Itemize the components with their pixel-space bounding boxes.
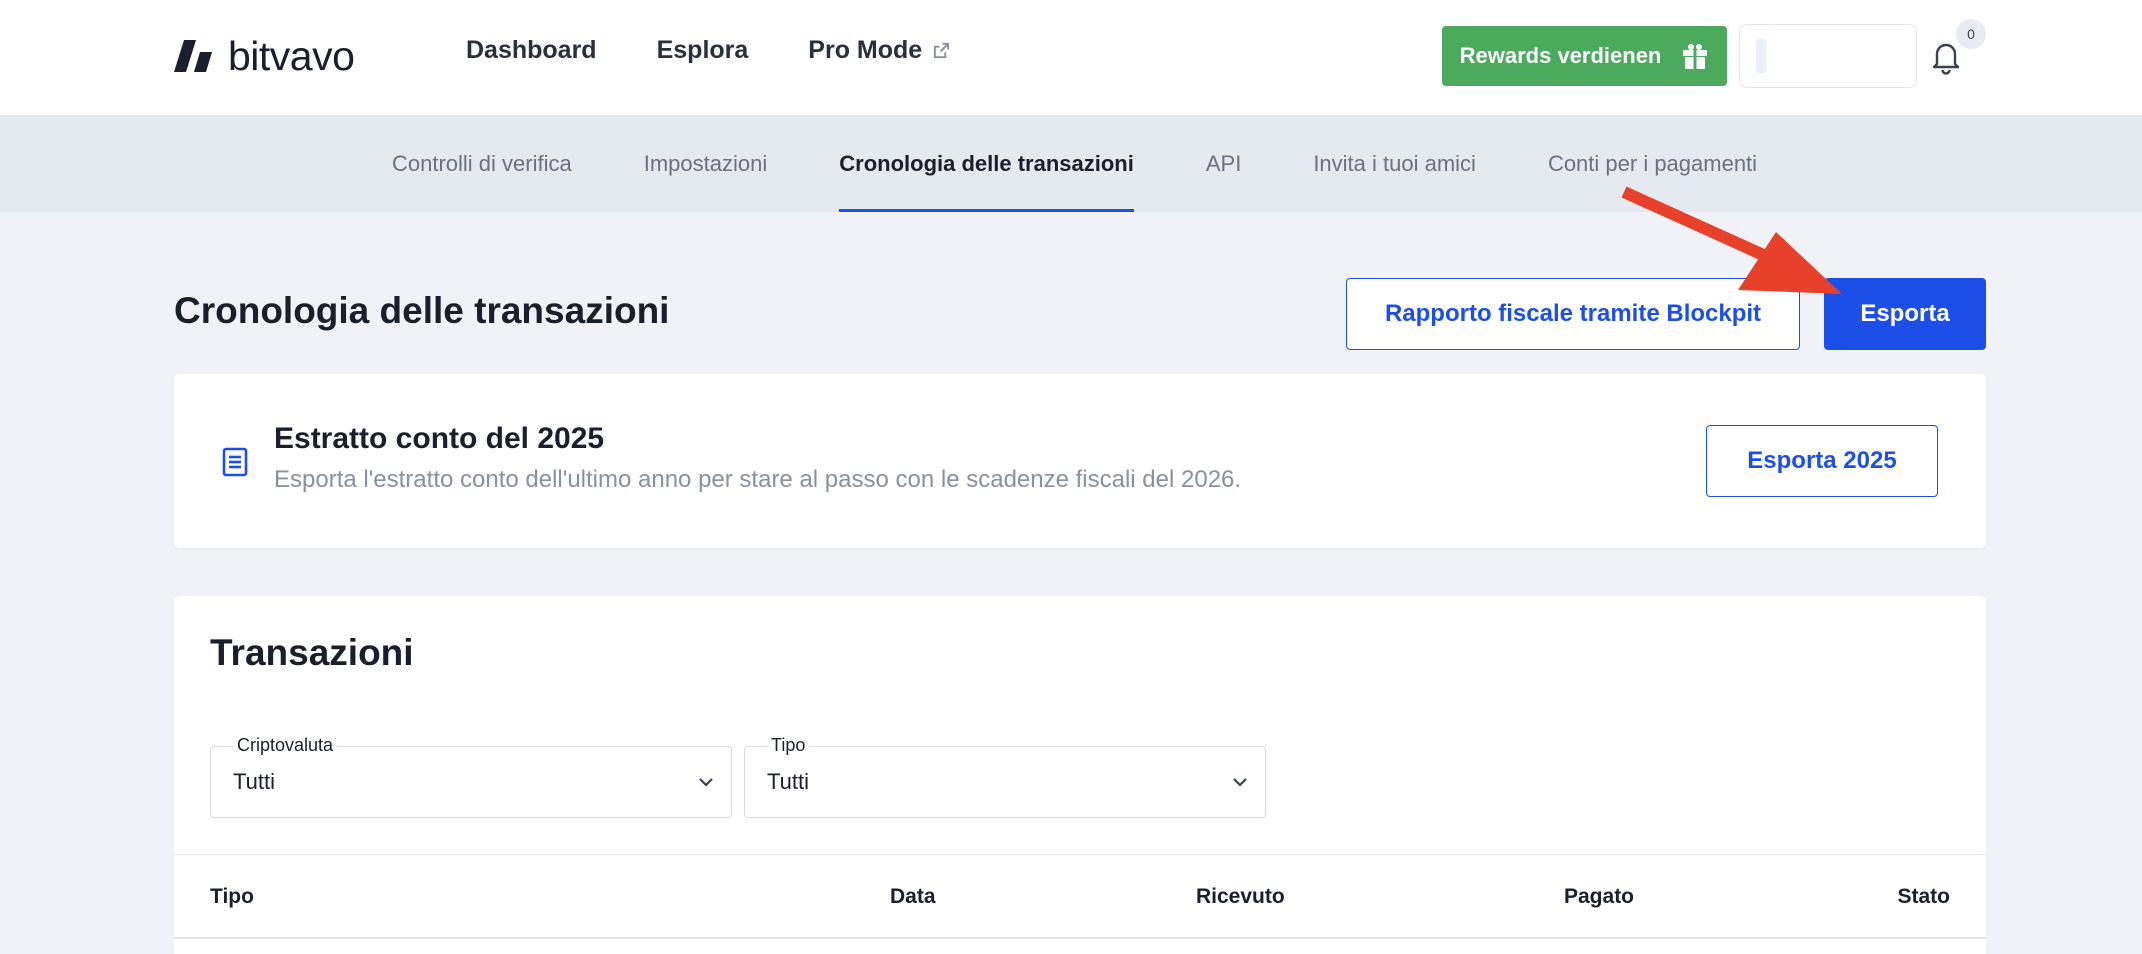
type-filter-value: Tutti	[767, 769, 809, 794]
export-year-button[interactable]: Esporta 2025	[1706, 425, 1938, 497]
nav-pro-mode[interactable]: Pro Mode	[808, 36, 951, 65]
nav-esplora[interactable]: Esplora	[657, 36, 749, 65]
notification-count-badge: 0	[1956, 19, 1986, 49]
transactions-title: Transazioni	[210, 632, 414, 673]
nav-dashboard[interactable]: Dashboard	[466, 36, 597, 65]
annotation-arrow-icon	[1621, 186, 1842, 294]
rewards-label: Rewards verdienen	[1459, 43, 1662, 68]
column-header-stato: Stato	[1897, 885, 1951, 908]
chevron-down-icon	[1233, 778, 1247, 787]
external-link-icon	[934, 42, 950, 59]
column-header-data: Data	[890, 885, 936, 908]
gift-icon	[1683, 44, 1708, 69]
tab-controlli-di-verifica[interactable]: Controlli di verifica	[392, 116, 572, 212]
transactions-table-header: Tipo Data Ricevuto Pagato Stato	[174, 855, 1986, 939]
statement-title: Estratto conto del 2025	[274, 422, 605, 455]
crypto-filter-label: Criptovaluta	[233, 735, 338, 756]
page-title: Cronologia delle transazioni	[174, 290, 670, 331]
rewards-button[interactable]: Rewards verdienen	[1442, 26, 1727, 86]
main-nav: Dashboard Esplora Pro Mode	[466, 36, 951, 65]
tab-cronologia-transazioni[interactable]: Cronologia delle transazioni	[839, 116, 1134, 212]
nav-esplora-label: Esplora	[656, 36, 749, 64]
tab-invita-amici[interactable]: Invita i tuoi amici	[1313, 116, 1476, 212]
transactions-card: Transazioni Criptovaluta Tutti Tipo Tutt…	[174, 596, 1986, 954]
column-header-ricevuto: Ricevuto	[1196, 885, 1285, 908]
type-filter-select[interactable]: Tipo Tutti	[744, 735, 1266, 818]
export-button[interactable]: Esporta	[1824, 278, 1986, 350]
column-header-tipo: Tipo	[210, 885, 254, 908]
crypto-filter-select[interactable]: Criptovaluta Tutti	[210, 735, 732, 818]
nav-dashboard-label: Dashboard	[466, 36, 597, 64]
brand-name: bitvavo	[228, 32, 355, 79]
statement-subtitle: Esporta l'estratto conto dell'ultimo ann…	[274, 466, 1242, 493]
tab-impostazioni[interactable]: Impostazioni	[644, 116, 768, 212]
document-icon	[222, 447, 248, 477]
nav-pro-mode-label: Pro Mode	[808, 36, 923, 64]
bitvavo-logo-icon	[174, 40, 212, 72]
account-menu[interactable]	[1739, 24, 1917, 88]
top-bar: bitvavo Dashboard Esplora Pro Mode Rewar…	[0, 0, 2142, 116]
type-filter-label: Tipo	[767, 735, 810, 756]
chevron-down-icon	[699, 778, 713, 787]
crypto-filter-value: Tutti	[233, 769, 275, 794]
tab-api[interactable]: API	[1206, 116, 1241, 212]
bitvavo-logo[interactable]: bitvavo	[174, 30, 355, 82]
account-placeholder	[1756, 39, 1766, 73]
statement-card: Estratto conto del 2025 Esporta l'estrat…	[174, 374, 1986, 548]
column-header-pagato: Pagato	[1564, 885, 1635, 908]
